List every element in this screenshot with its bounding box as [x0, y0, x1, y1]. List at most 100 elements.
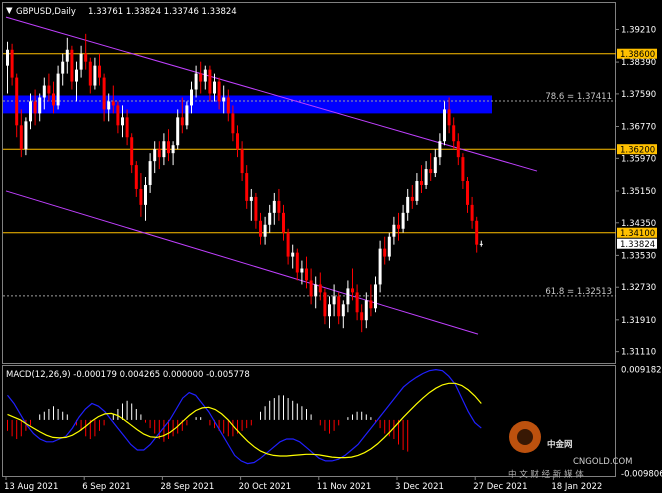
candle-body: [392, 224, 396, 237]
candle-body: [295, 252, 299, 273]
watermark-site: CNGOLD.COM: [573, 457, 633, 467]
candle: [185, 101, 189, 130]
price-tick-label: 1.34350: [621, 219, 656, 229]
candle-body: [93, 65, 97, 86]
candle-body: [222, 97, 226, 102]
candle-body: [479, 243, 483, 245]
candle-body: [52, 93, 55, 106]
candle-body: [65, 49, 69, 62]
candle-body: [236, 133, 239, 150]
date-label: 13 Aug 2021: [4, 482, 58, 492]
candle-body: [121, 117, 124, 126]
candle-body: [397, 224, 400, 229]
candle-body: [429, 169, 433, 174]
candle-body: [130, 137, 134, 166]
candle-body: [240, 149, 244, 174]
price-tick-label: 1.35150: [621, 187, 656, 197]
candle-body: [291, 252, 295, 257]
price-tag-label: 1.36200: [620, 146, 655, 156]
candle-body: [10, 49, 14, 78]
candle-body: [351, 288, 354, 293]
candle-body: [401, 212, 405, 229]
candle-body: [208, 69, 212, 94]
candle-body: [286, 232, 290, 257]
macd-tick-label: 0.009182: [621, 366, 662, 376]
candle-body: [153, 149, 157, 162]
candle-body: [61, 61, 65, 74]
candle-body: [148, 161, 152, 185]
candle-body: [415, 181, 419, 201]
candle-body: [369, 300, 373, 309]
candle-body: [420, 181, 423, 185]
candle-body: [346, 288, 350, 305]
candle-body: [24, 121, 28, 150]
candle-body: [332, 296, 336, 305]
date-label: 18 Jan 2022: [551, 482, 602, 492]
candle-body: [107, 101, 111, 110]
candle-body: [374, 284, 377, 309]
price-tick-label: 1.31110: [621, 348, 656, 358]
candle-body: [456, 141, 460, 158]
candle-body: [190, 89, 193, 106]
candle-body: [139, 188, 143, 205]
candle-body: [84, 53, 88, 62]
candle-body: [383, 248, 387, 257]
candle-body: [268, 212, 272, 225]
candle-body: [323, 292, 327, 317]
chart-ohlc: 1.33761 1.33824 1.33746 1.33824: [88, 7, 237, 17]
candle-body: [433, 157, 437, 174]
chart-header-arrow-icon: ▼: [6, 6, 13, 16]
candle-body: [245, 173, 249, 201]
price-tick-label: 1.35970: [621, 154, 656, 164]
candle-body: [42, 85, 46, 98]
watermark-slogan: 中 文 财 经 新 媒 体: [508, 469, 584, 480]
candle-body: [337, 296, 341, 317]
candle-body: [116, 105, 120, 126]
candle-body: [176, 117, 180, 146]
candle-body: [305, 268, 308, 281]
candle-body: [134, 165, 138, 189]
candle-body: [56, 73, 60, 106]
date-label: 28 Sep 2021: [160, 482, 214, 492]
macd-label: MACD(12,26,9) -0.000179 0.004265 0.00000…: [6, 370, 250, 380]
candle-body: [194, 73, 198, 90]
candle-body: [259, 220, 262, 237]
current-price-label: 1.33824: [620, 240, 655, 250]
watermark-brand: 中金网: [547, 439, 573, 450]
candle: [387, 232, 391, 261]
candle-body: [277, 200, 281, 213]
candle-body: [125, 117, 129, 138]
date-label: 11 Nov 2021: [317, 482, 371, 492]
candle-body: [309, 280, 313, 297]
candle-body: [167, 141, 170, 154]
price-tick-label: 1.39210: [621, 25, 656, 35]
candle-body: [199, 73, 203, 82]
candle-body: [249, 196, 253, 201]
price-tag-label: 1.38600: [620, 50, 655, 60]
candle-body: [102, 77, 106, 110]
price-tag-label: 1.34100: [620, 229, 655, 239]
fib-label: 78.6 = 1.37411: [545, 92, 612, 102]
candle-body: [70, 49, 74, 82]
price-tick-label: 1.31910: [621, 316, 656, 326]
candle-body: [438, 141, 442, 158]
candle-body: [300, 268, 304, 273]
fib-label: 61.8 = 1.32513: [545, 287, 612, 297]
candle-body: [314, 284, 318, 297]
candle-body: [355, 292, 359, 313]
candle-body: [180, 117, 184, 126]
candle-body: [272, 200, 276, 213]
candle-body: [98, 65, 101, 78]
candle-body: [157, 149, 161, 158]
candle-body: [447, 109, 451, 126]
candle-body: [470, 204, 474, 221]
candle-body: [360, 312, 364, 321]
price-tick-label: 1.32730: [621, 283, 656, 293]
candle-body: [452, 125, 456, 142]
candle-body: [466, 181, 469, 205]
candle-body: [47, 85, 51, 94]
candle-body: [79, 53, 83, 70]
candle-body: [88, 61, 92, 86]
date-label: 3 Dec 2021: [395, 482, 444, 492]
candle-body: [263, 224, 267, 237]
